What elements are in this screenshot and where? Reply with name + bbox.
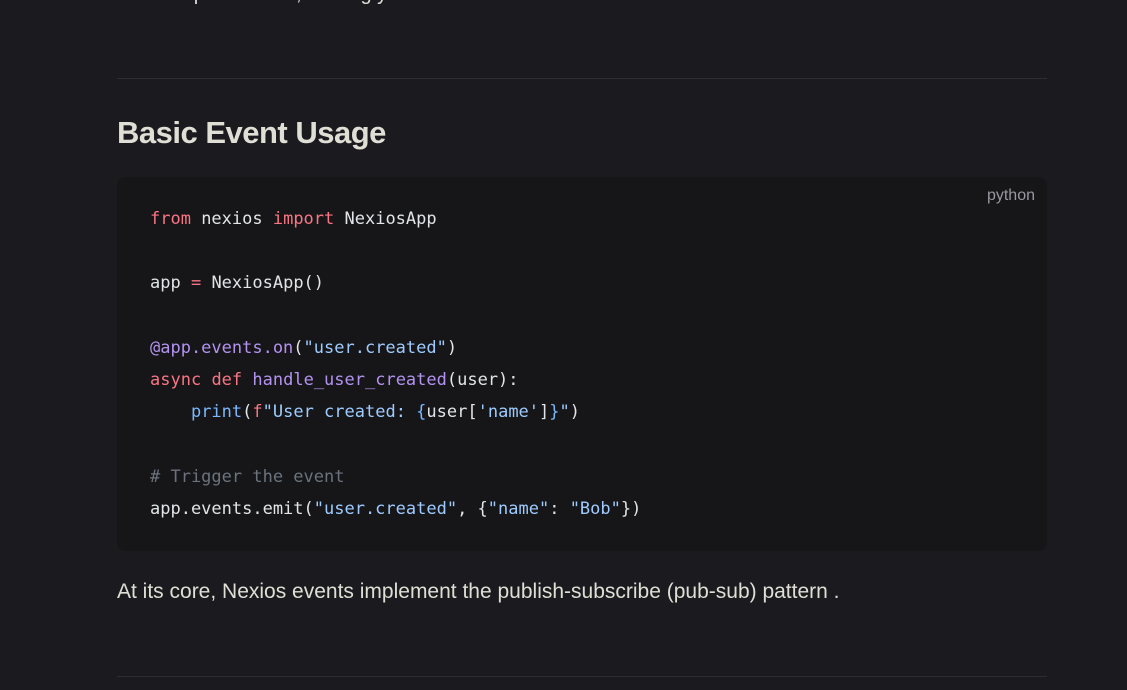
code-token: from xyxy=(150,209,191,229)
code-token: async xyxy=(150,369,202,390)
code-line: app = NexiosApp() xyxy=(150,267,641,299)
code-token: " xyxy=(559,402,570,423)
code-token: "user.created" xyxy=(303,337,447,358)
code-comment: # Trigger the event xyxy=(150,466,345,487)
code-token: print xyxy=(190,402,243,423)
code-token: : xyxy=(549,498,570,519)
code-token: "user.created" xyxy=(313,498,458,519)
section-heading: Basic Event Usage xyxy=(117,115,386,150)
code-token: "User created: xyxy=(262,402,417,423)
code-token: "name" xyxy=(487,498,550,519)
code-line: async def handle_user_created(user): xyxy=(150,364,641,396)
code-line: from nexios import NexiosApp xyxy=(150,203,641,235)
code-token: nexios xyxy=(190,209,273,229)
code-token: } xyxy=(549,402,560,423)
code-token: app.events.emit( xyxy=(150,498,314,519)
code-token: ) xyxy=(569,402,581,423)
section-divider xyxy=(117,78,1047,79)
code-token: NexiosApp xyxy=(334,209,437,229)
code-token: ] xyxy=(539,402,550,423)
code-token: (user): xyxy=(446,369,519,390)
code-token: import xyxy=(272,209,335,229)
previous-paragraph-tail: direct dependencies, making your code mo… xyxy=(117,0,747,8)
code-token: "Bob" xyxy=(569,498,621,519)
code-token: handle_user_created xyxy=(252,369,447,390)
code-token: ( xyxy=(242,402,253,423)
code-token: app xyxy=(150,273,191,294)
code-block: python from nexios import NexiosApp app … xyxy=(117,177,1047,551)
code-line: print(f"User created: {user['name']}") xyxy=(150,396,641,428)
code-token: ( xyxy=(293,337,304,358)
section-divider xyxy=(117,676,1047,677)
code-token: 'name' xyxy=(477,402,540,423)
code-token: , { xyxy=(457,498,488,519)
code-token: @app.events.on xyxy=(150,337,294,358)
code-content[interactable]: from nexios import NexiosApp app = Nexio… xyxy=(150,203,641,525)
code-token: f xyxy=(252,402,263,423)
code-line: @app.events.on("user.created") xyxy=(150,332,641,364)
code-line: app.events.emit("user.created", {"name":… xyxy=(150,493,641,525)
code-token: }) xyxy=(620,498,642,519)
code-token: user[ xyxy=(426,402,478,423)
code-line: # Trigger the event xyxy=(150,461,641,493)
code-token: def xyxy=(211,369,243,390)
code-token: = xyxy=(190,273,202,294)
code-token: { xyxy=(416,402,427,423)
code-token: ) xyxy=(446,337,458,358)
code-language-label: python xyxy=(986,187,1035,204)
body-paragraph: At its core, Nexios events implement the… xyxy=(117,580,840,603)
code-token: NexiosApp() xyxy=(201,273,325,294)
